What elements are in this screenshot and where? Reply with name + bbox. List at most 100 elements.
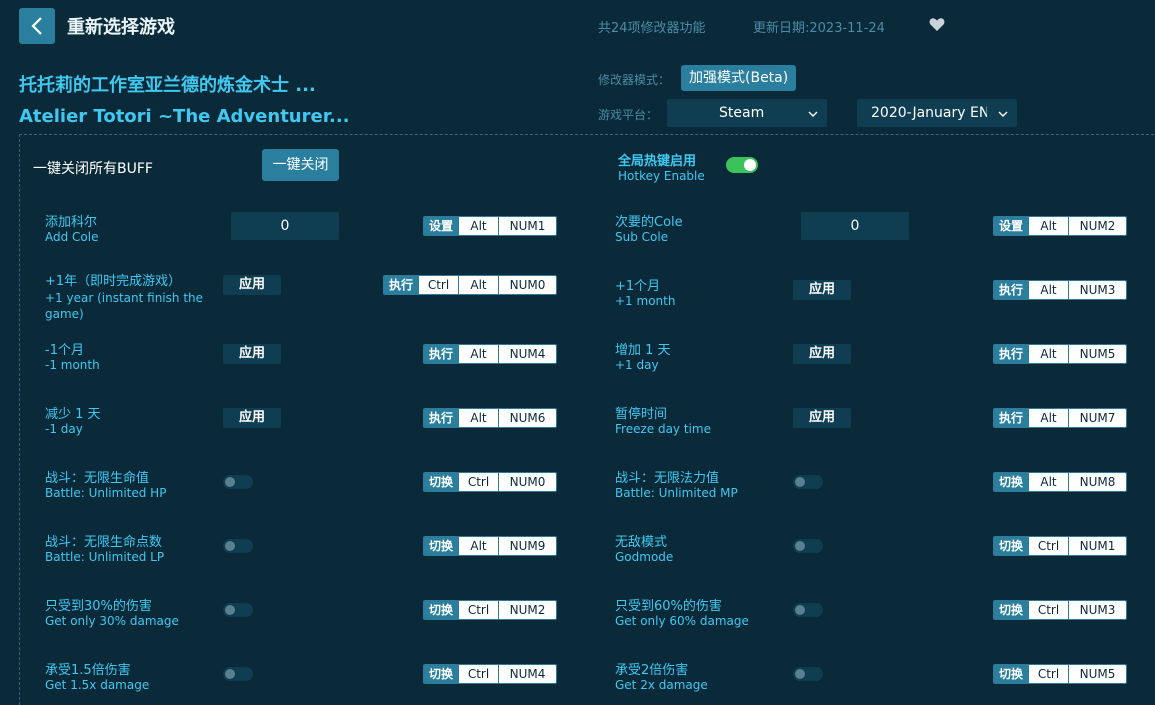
- option-toggle[interactable]: [223, 539, 253, 553]
- hotkey-key[interactable]: Ctrl: [458, 665, 499, 683]
- hotkey-action-button[interactable]: 切换: [994, 665, 1029, 683]
- favorite-button[interactable]: [929, 17, 945, 36]
- hotkey-group: 执行 Alt NUM4: [423, 344, 557, 364]
- option-label-cn: +1个月: [615, 279, 661, 294]
- hotkey-key[interactable]: NUM4: [498, 345, 556, 363]
- hotkey-action-button[interactable]: 切换: [424, 665, 459, 683]
- hotkey-group: 切换 Ctrl NUM4: [423, 664, 557, 684]
- hotkey-group: 设置 Alt NUM1: [423, 216, 557, 236]
- hotkey-action-button[interactable]: 执行: [424, 409, 459, 427]
- apply-button[interactable]: 应用: [223, 275, 281, 295]
- hotkey-group: 切换 Ctrl NUM3: [993, 600, 1127, 620]
- hotkey-action-button[interactable]: 切换: [994, 537, 1029, 555]
- option-label-en: Battle: Unlimited HP: [45, 486, 167, 500]
- hotkey-key[interactable]: NUM9: [498, 537, 556, 555]
- hotkey-group: 设置 Alt NUM2: [993, 216, 1127, 236]
- apply-button[interactable]: 应用: [793, 280, 851, 300]
- platform-select[interactable]: Steam: [667, 99, 827, 127]
- hotkey-key[interactable]: NUM5: [1068, 665, 1126, 683]
- option-label-cn: -1个月: [45, 343, 84, 358]
- update-date: 更新日期:2023-11-24: [753, 21, 885, 36]
- hotkey-key[interactable]: NUM1: [1068, 537, 1126, 555]
- hotkey-action-button[interactable]: 执行: [994, 345, 1029, 363]
- hotkey-key[interactable]: NUM7: [1068, 409, 1126, 427]
- hotkey-key[interactable]: Alt: [1028, 473, 1069, 491]
- hotkey-key[interactable]: Alt: [1028, 217, 1069, 235]
- hotkey-key[interactable]: Ctrl: [1028, 537, 1069, 555]
- hotkey-key[interactable]: Alt: [1028, 409, 1069, 427]
- hotkey-group: 执行 Alt NUM7: [993, 408, 1127, 428]
- toggle-knob: [795, 669, 805, 679]
- option-label-cn: 只受到30%的伤害: [45, 599, 152, 614]
- option-toggle[interactable]: [223, 603, 253, 617]
- option-label-en: Get only 60% damage: [615, 614, 749, 628]
- hotkey-group: 切换 Ctrl NUM1: [993, 536, 1127, 556]
- back-button[interactable]: [19, 8, 55, 44]
- apply-button[interactable]: 应用: [223, 344, 281, 364]
- hotkey-key[interactable]: Alt: [458, 537, 499, 555]
- hotkey-group: 执行 Alt NUM3: [993, 280, 1127, 300]
- option-label-en: Freeze day time: [615, 422, 711, 436]
- hotkey-key[interactable]: Ctrl: [1028, 601, 1069, 619]
- hotkey-action-button[interactable]: 切换: [994, 473, 1029, 491]
- hotkey-key[interactable]: NUM2: [1068, 217, 1126, 235]
- hotkey-key[interactable]: NUM8: [1068, 473, 1126, 491]
- toggle-knob: [225, 477, 235, 487]
- hotkey-action-button[interactable]: 执行: [384, 276, 419, 294]
- hotkey-key[interactable]: NUM2: [498, 601, 556, 619]
- hotkey-action-button[interactable]: 执行: [994, 409, 1029, 427]
- hotkey-key[interactable]: NUM3: [1068, 281, 1126, 299]
- hotkey-key[interactable]: Alt: [458, 276, 499, 294]
- option-label-en: Add Cole: [45, 230, 99, 244]
- apply-button[interactable]: 应用: [793, 408, 851, 428]
- platform-label: 游戏平台：: [598, 108, 659, 122]
- hotkey-key[interactable]: NUM5: [1068, 345, 1126, 363]
- hotkey-key[interactable]: NUM0: [498, 276, 556, 294]
- hotkey-key[interactable]: Alt: [1028, 345, 1069, 363]
- hotkey-key[interactable]: NUM6: [498, 409, 556, 427]
- hotkey-action-button[interactable]: 切换: [424, 537, 459, 555]
- hotkey-key[interactable]: NUM4: [498, 665, 556, 683]
- option-label-en: Get only 30% damage: [45, 614, 179, 628]
- hotkey-key[interactable]: Ctrl: [458, 473, 499, 491]
- hotkey-action-button[interactable]: 切换: [994, 601, 1029, 619]
- apply-button[interactable]: 应用: [793, 344, 851, 364]
- hotkey-action-button[interactable]: 切换: [424, 473, 459, 491]
- version-select[interactable]: 2020-January EN OK: [857, 99, 1017, 127]
- hotkey-action-button[interactable]: 执行: [424, 345, 459, 363]
- hotkey-key[interactable]: Ctrl: [458, 601, 499, 619]
- option-toggle[interactable]: [793, 475, 823, 489]
- toggle-knob: [744, 159, 756, 171]
- option-toggle[interactable]: [793, 539, 823, 553]
- option-toggle[interactable]: [223, 475, 253, 489]
- hotkey-enable-toggle[interactable]: [726, 157, 758, 173]
- value-input[interactable]: [801, 212, 909, 240]
- hotkey-action-button[interactable]: 设置: [424, 217, 459, 235]
- option-toggle[interactable]: [793, 667, 823, 681]
- option-toggle[interactable]: [793, 603, 823, 617]
- option-label-cn: 增加 1 天: [615, 343, 671, 358]
- hotkey-action-button[interactable]: 切换: [424, 601, 459, 619]
- hotkey-group: 切换 Ctrl NUM5: [993, 664, 1127, 684]
- option-label-cn: +1年（即时完成游戏）: [45, 274, 182, 289]
- mode-label: 修改器模式：: [598, 73, 671, 87]
- close-all-label: 一键关闭所有BUFF: [33, 161, 153, 177]
- mode-button[interactable]: 加强模式(Beta): [681, 65, 797, 91]
- hotkey-key[interactable]: Alt: [1028, 281, 1069, 299]
- value-input[interactable]: [231, 212, 339, 240]
- hotkey-key[interactable]: Ctrl: [418, 276, 459, 294]
- hotkey-key[interactable]: Alt: [458, 409, 499, 427]
- hotkey-key[interactable]: NUM3: [1068, 601, 1126, 619]
- hotkey-key[interactable]: NUM0: [498, 473, 556, 491]
- hotkey-key[interactable]: Alt: [458, 217, 499, 235]
- hotkey-key[interactable]: Alt: [458, 345, 499, 363]
- option-label-en: -1 month: [45, 358, 100, 372]
- hotkey-key[interactable]: Ctrl: [1028, 665, 1069, 683]
- hotkey-action-button[interactable]: 执行: [994, 281, 1029, 299]
- option-label-en: +1 day: [615, 358, 659, 372]
- close-all-button[interactable]: 一键关闭: [262, 149, 339, 181]
- hotkey-action-button[interactable]: 设置: [994, 217, 1029, 235]
- option-toggle[interactable]: [223, 667, 253, 681]
- apply-button[interactable]: 应用: [223, 408, 281, 428]
- hotkey-key[interactable]: NUM1: [498, 217, 556, 235]
